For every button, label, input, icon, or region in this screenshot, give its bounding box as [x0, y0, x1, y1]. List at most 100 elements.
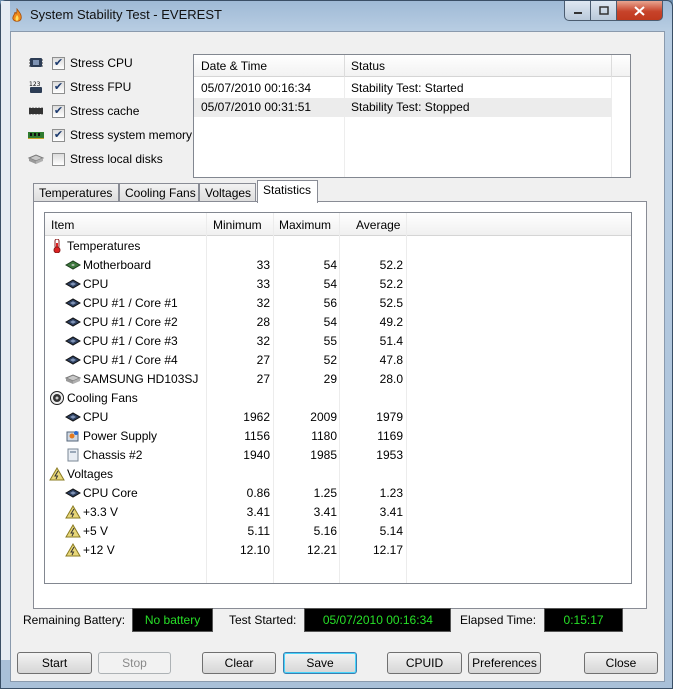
maximum-value: 54: [323, 315, 337, 329]
maximize-button[interactable]: [590, 1, 617, 21]
maximum-value: 54: [323, 258, 337, 272]
item-label: CPU #1 / Core #3: [83, 334, 178, 348]
voltage-icon: [65, 505, 81, 519]
battery-status: Remaining Battery: No battery: [23, 607, 214, 633]
close-button[interactable]: Close: [584, 652, 658, 674]
column-header-item[interactable]: Item: [51, 218, 74, 232]
cpu-icon: [64, 334, 82, 348]
column-header-date-time[interactable]: Date & Time: [201, 59, 267, 73]
svg-text:123: 123: [29, 81, 41, 88]
stress-fpu-checkbox[interactable]: ✔: [52, 80, 65, 94]
stress-cache-option[interactable]: ✔ Stress cache: [27, 101, 139, 121]
table-row[interactable]: CPU 33 54 52.2: [45, 275, 405, 294]
close-window-button[interactable]: [616, 1, 663, 21]
fpu-chip-icon: 123: [29, 81, 42, 93]
tab-statistics[interactable]: Statistics: [257, 180, 318, 203]
group-label: Voltages: [67, 467, 114, 481]
log-row[interactable]: 05/07/2010 00:16:34 Stability Test: Star…: [194, 79, 612, 98]
minimize-button[interactable]: [564, 1, 591, 21]
average-value: 1169: [377, 429, 403, 443]
start-button[interactable]: Start: [17, 652, 92, 674]
hard-disk-icon: [27, 154, 45, 164]
save-button[interactable]: Save: [283, 652, 357, 674]
group-header-row[interactable]: Temperatures: [45, 237, 405, 256]
cpuid-button[interactable]: CPUID: [387, 652, 462, 674]
tab-voltages[interactable]: Voltages: [199, 183, 256, 202]
stress-disks-option[interactable]: Stress local disks: [27, 149, 163, 169]
event-log-header: Date & Time Status: [194, 55, 630, 77]
table-row[interactable]: CPU Core 0.86 1.25 1.23: [45, 484, 405, 503]
stress-disks-checkbox[interactable]: [52, 152, 65, 166]
table-row[interactable]: Chassis #2 1940 1985 1953: [45, 446, 405, 465]
maximum-value: 5.16: [313, 524, 337, 538]
preferences-button[interactable]: Preferences: [468, 652, 541, 674]
elapsed-time-display: 0:15:17: [544, 608, 624, 632]
group-label: Cooling Fans: [67, 391, 138, 405]
maximum-value: 55: [323, 334, 337, 348]
stress-cache-checkbox[interactable]: ✔: [52, 104, 65, 118]
maximum-value: 3.41: [313, 505, 337, 519]
battery-value-display: No battery: [132, 608, 214, 632]
item-label: SAMSUNG HD103SJ: [83, 372, 199, 386]
average-value: 1953: [376, 448, 403, 462]
close-icon: [634, 5, 645, 16]
stress-disks-label: Stress local disks: [70, 152, 163, 166]
log-date-time: 05/07/2010 00:31:51: [201, 100, 312, 114]
maximum-value: 12.21: [306, 543, 337, 557]
stress-cpu-option[interactable]: ✔ Stress CPU: [27, 53, 133, 73]
table-row[interactable]: CPU #1 / Core #2 28 54 49.2: [45, 313, 405, 332]
stress-memory-checkbox[interactable]: ✔: [52, 128, 65, 142]
item-label: CPU Core: [83, 486, 138, 500]
log-date-time: 05/07/2010 00:16:34: [201, 81, 312, 95]
item-label: +3.3 V: [83, 505, 119, 519]
maximum-value: 56: [323, 296, 337, 310]
table-row[interactable]: +12 V 12.10 12.21 12.17: [45, 541, 405, 560]
stress-fpu-option[interactable]: 123 ✔ Stress FPU: [27, 77, 131, 97]
table-row[interactable]: CPU #1 / Core #1 32 56 52.5: [45, 294, 405, 313]
table-row[interactable]: CPU #1 / Core #4 27 52 47.8: [45, 351, 405, 370]
fan-icon: [49, 391, 65, 405]
group-header-row[interactable]: Cooling Fans: [45, 389, 405, 408]
maximum-value: 1985: [310, 448, 337, 462]
title-bar[interactable]: System Stability Test - EVEREST: [1, 1, 672, 31]
column-header-maximum[interactable]: Maximum: [279, 218, 331, 232]
table-row[interactable]: CPU 1962 2009 1979: [45, 408, 405, 427]
item-label: CPU #1 / Core #4: [83, 353, 178, 367]
table-row[interactable]: SAMSUNG HD103SJ 27 29 28.0: [45, 370, 405, 389]
table-row[interactable]: +3.3 V 3.41 3.41 3.41: [45, 503, 405, 522]
maximum-value: 54: [323, 277, 337, 291]
table-row[interactable]: Motherboard 33 54 52.2: [45, 256, 405, 275]
battery-label: Remaining Battery:: [23, 613, 126, 627]
stop-button[interactable]: Stop: [98, 652, 171, 674]
cpu-icon: [64, 353, 82, 367]
column-header-average[interactable]: Average: [356, 218, 400, 232]
elapsed-time-label: Elapsed Time:: [460, 613, 537, 627]
column-header-status[interactable]: Status: [351, 59, 385, 73]
item-label: +5 V: [83, 524, 109, 538]
power-supply-icon: [65, 429, 81, 443]
stress-cpu-checkbox[interactable]: ✔: [52, 56, 65, 70]
average-value: 52.2: [379, 258, 403, 272]
stress-memory-option[interactable]: ✔ Stress system memory: [27, 125, 192, 145]
item-label: Chassis #2: [83, 448, 143, 462]
event-log-list[interactable]: Date & Time Status 05/07/2010 00:16:34 S…: [193, 54, 631, 178]
log-status: Stability Test: Started: [351, 81, 464, 95]
minimum-value: 27: [256, 353, 270, 367]
stress-cache-label: Stress cache: [70, 104, 140, 118]
stability-test-window: System Stability Test - EVEREST ✔ Stress…: [0, 0, 673, 689]
table-row[interactable]: CPU #1 / Core #3 32 55 51.4: [45, 332, 405, 351]
log-row[interactable]: 05/07/2010 00:31:51 Stability Test: Stop…: [194, 98, 612, 117]
chassis-icon: [65, 448, 81, 462]
group-header-row[interactable]: Voltages: [45, 465, 405, 484]
maximum-value: 52: [323, 353, 337, 367]
clear-button[interactable]: Clear: [202, 652, 276, 674]
tab-temperatures[interactable]: Temperatures: [33, 183, 119, 202]
tab-cooling-fans[interactable]: Cooling Fans: [119, 183, 199, 202]
stress-cpu-label: Stress CPU: [70, 56, 133, 70]
average-value: 1.23: [379, 486, 403, 500]
motherboard-icon: [64, 258, 82, 272]
table-row[interactable]: Power Supply 1156 1180 1169: [45, 427, 405, 446]
table-row[interactable]: +5 V 5.11 5.16 5.14: [45, 522, 405, 541]
statistics-table[interactable]: Item Minimum Maximum Average Temperature…: [44, 212, 632, 584]
column-header-minimum[interactable]: Minimum: [213, 218, 262, 232]
